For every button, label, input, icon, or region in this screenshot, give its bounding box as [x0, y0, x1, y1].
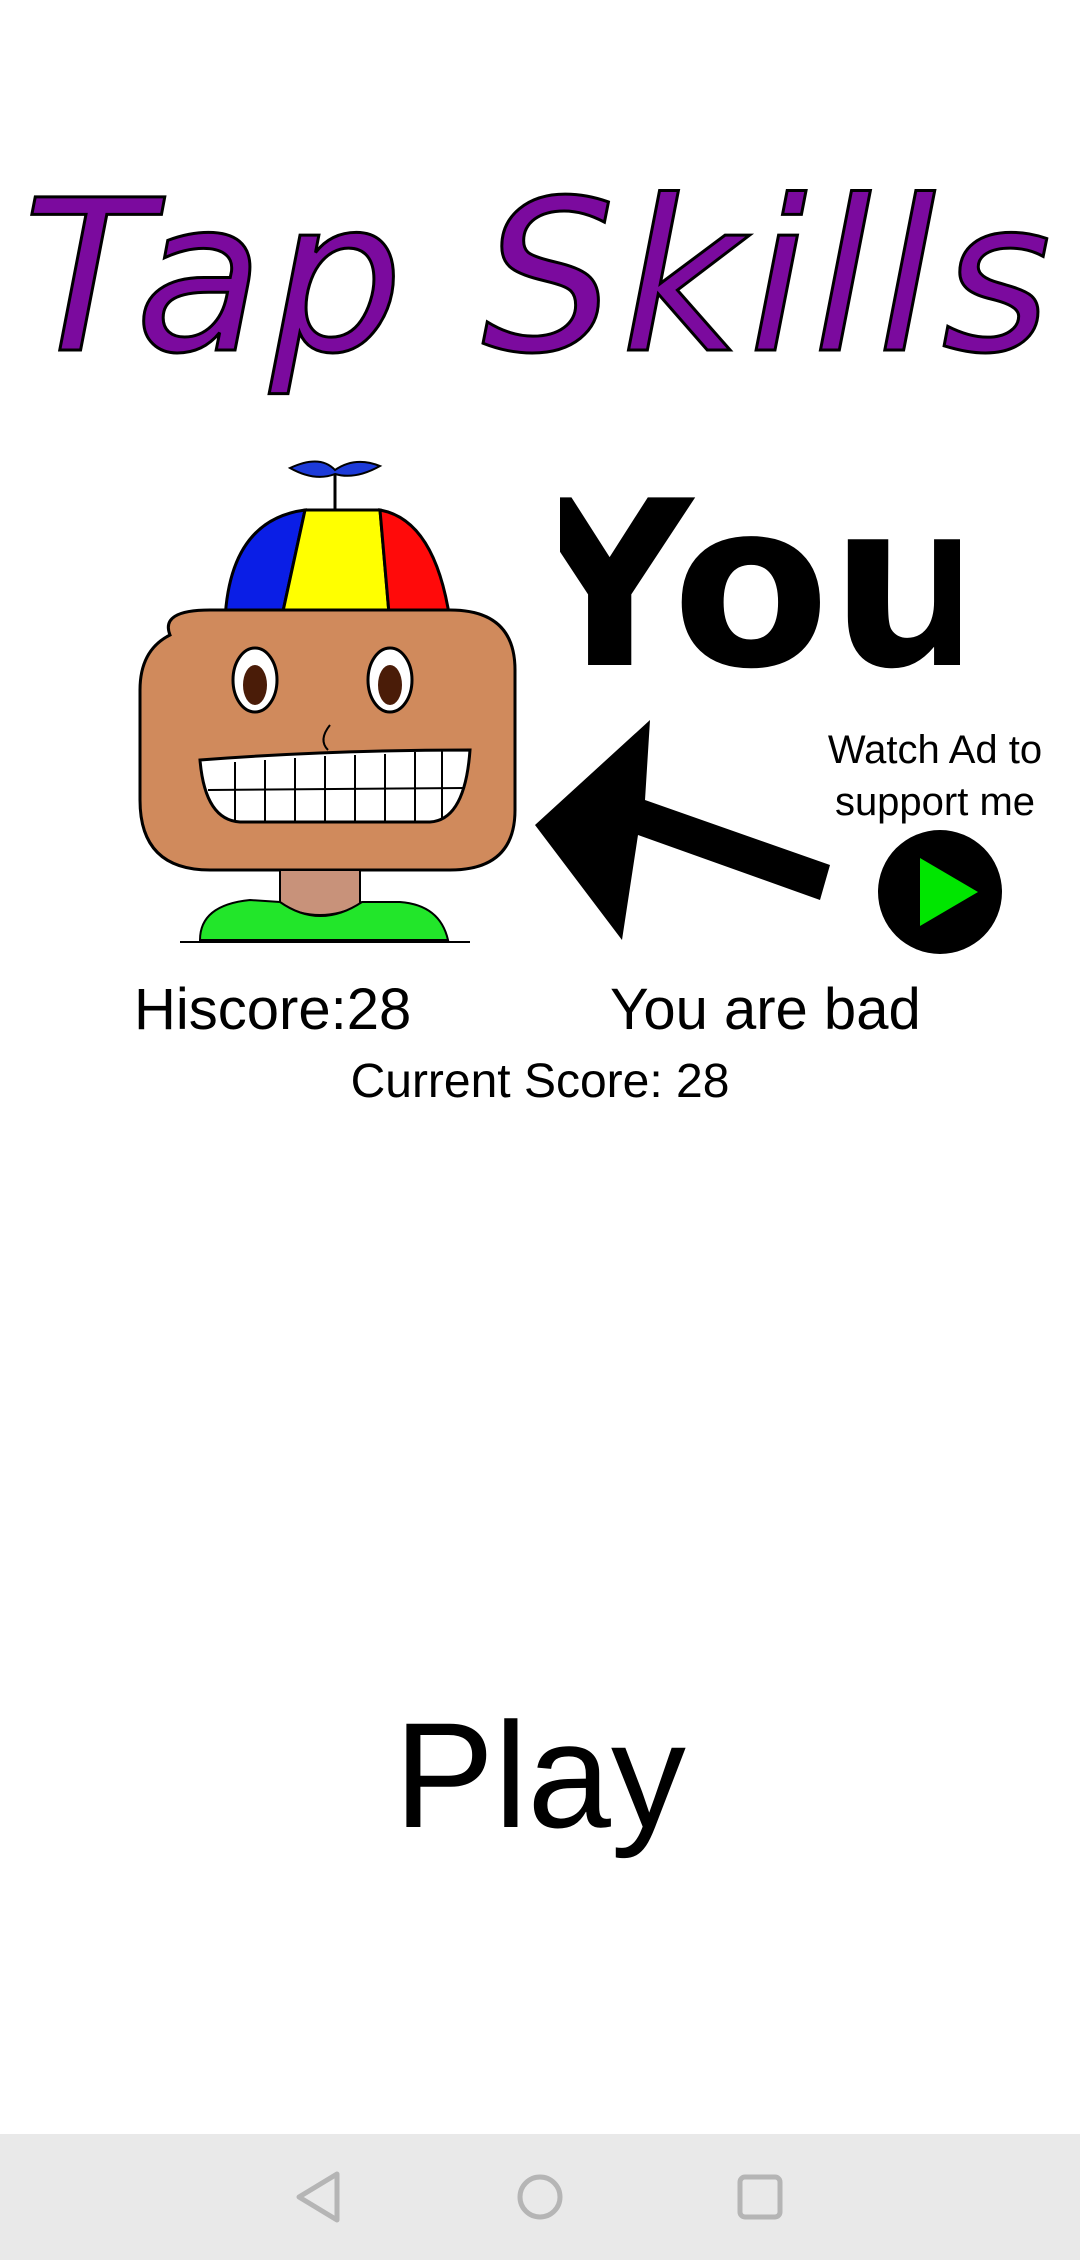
you-label-text: You — [560, 453, 960, 700]
current-score-text: Current Score: 28 — [350, 1055, 730, 1108]
watch-ad-button[interactable] — [876, 828, 1004, 956]
you-label: You — [560, 453, 960, 700]
propeller-hat-character — [138, 460, 517, 943]
character-head — [138, 608, 517, 872]
game-title-text: Tap Skills — [30, 155, 1050, 400]
recents-square-icon[interactable] — [725, 2162, 795, 2232]
game-screen: Tap Skills You Watch Ad to support me Hi… — [0, 0, 1080, 2134]
character-smile — [198, 748, 472, 824]
home-circle-icon[interactable] — [505, 2162, 575, 2232]
game-title-logo: Tap Skills — [30, 154, 1050, 402]
play-button[interactable]: Play — [340, 1680, 740, 1870]
arrow-left-up-icon — [535, 720, 830, 940]
hiscore-text: Hiscore:28 — [134, 977, 412, 1042]
status-message: You are bad — [610, 977, 921, 1042]
system-nav-bar — [0, 2134, 1080, 2260]
watch-ad-label: Watch Ad to support me — [827, 728, 1043, 824]
back-triangle-icon[interactable] — [285, 2162, 355, 2232]
